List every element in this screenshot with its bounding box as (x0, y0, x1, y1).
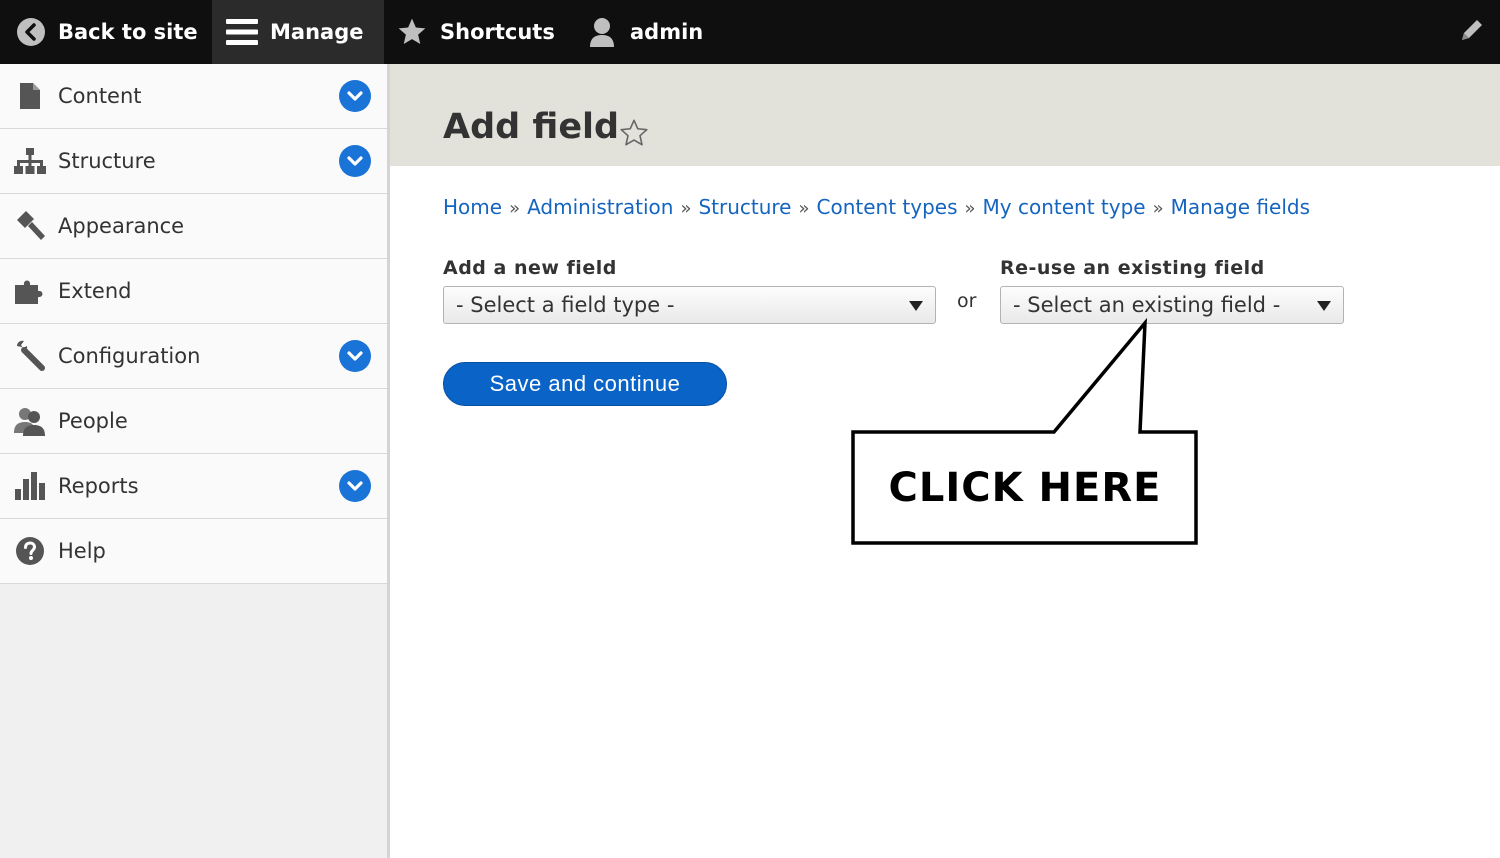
existing-field-select-value: - Select an existing field - (1013, 293, 1281, 317)
sidebar-item-label: Reports (58, 474, 139, 498)
field-type-select[interactable]: - Select a field type - (443, 286, 936, 324)
breadcrumb-structure[interactable]: Structure (698, 195, 791, 219)
sidebar-item-label: Help (58, 539, 106, 563)
sidebar-item-content[interactable]: Content (0, 64, 387, 129)
breadcrumb-my-content-type[interactable]: My content type (983, 195, 1146, 219)
callout-text: CLICK HERE (888, 465, 1162, 511)
dropdown-arrow-icon (909, 301, 923, 311)
back-to-site-label: Back to site (58, 20, 198, 44)
admin-sidebar: Content Structure Appearance Extend Conf… (0, 64, 390, 858)
puzzle-icon (13, 274, 47, 308)
page: Back to site Manage Shortcuts admin Cont… (0, 0, 1500, 858)
sidebar-item-label: Extend (58, 279, 132, 303)
user-label: admin (630, 20, 704, 44)
sidebar-item-label: Configuration (58, 344, 201, 368)
shortcuts-label: Shortcuts (440, 20, 555, 44)
user-icon (586, 16, 618, 48)
breadcrumb-content-types[interactable]: Content types (817, 195, 958, 219)
file-icon (13, 79, 47, 113)
field-type-select-value: - Select a field type - (456, 293, 675, 317)
save-and-continue-button[interactable]: Save and continue (443, 362, 727, 406)
breadcrumb-home[interactable]: Home (443, 195, 502, 219)
sidebar-item-label: Appearance (58, 214, 185, 238)
breadcrumb-administration[interactable]: Administration (527, 195, 673, 219)
admin-toolbar: Back to site Manage Shortcuts admin (0, 0, 1500, 64)
sidebar-menu: Content Structure Appearance Extend Conf… (0, 64, 387, 584)
add-new-field-label: Add a new field (443, 257, 617, 279)
sidebar-item-label: People (58, 409, 128, 433)
back-to-site-link[interactable]: Back to site (0, 0, 212, 64)
bar-chart-icon (13, 469, 47, 503)
breadcrumb-manage-fields[interactable]: Manage fields (1171, 195, 1310, 219)
sidebar-item-structure[interactable]: Structure (0, 129, 387, 194)
dropdown-arrow-icon (1317, 301, 1331, 311)
manage-label: Manage (270, 20, 364, 44)
sidebar-item-label: Content (58, 84, 142, 108)
chevron-down-icon[interactable] (339, 340, 371, 372)
edit-pencil-button[interactable] (1452, 0, 1492, 64)
chevron-down-icon[interactable] (339, 470, 371, 502)
page-title: Add field (443, 107, 620, 147)
pencil-icon (1458, 16, 1486, 49)
existing-field-select[interactable]: - Select an existing field - (1000, 286, 1344, 324)
chevron-down-icon[interactable] (339, 80, 371, 112)
sidebar-item-extend[interactable]: Extend (0, 259, 387, 324)
manage-tab[interactable]: Manage (212, 0, 384, 64)
sidebar-item-reports[interactable]: Reports (0, 454, 387, 519)
sidebar-item-appearance[interactable]: Appearance (0, 194, 387, 259)
paintbrush-icon (13, 209, 47, 243)
sidebar-item-label: Structure (58, 149, 156, 173)
or-separator: or (957, 290, 977, 312)
back-arrow-icon (16, 17, 46, 47)
shortcut-star-icon[interactable] (618, 117, 650, 153)
chevron-down-icon[interactable] (339, 145, 371, 177)
page-header: Add field (390, 64, 1500, 166)
star-icon (396, 16, 428, 48)
wrench-icon (13, 339, 47, 373)
people-icon (13, 404, 47, 438)
sitemap-icon (13, 144, 47, 178)
sidebar-item-configuration[interactable]: Configuration (0, 324, 387, 389)
user-tab[interactable]: admin (586, 0, 703, 64)
reuse-field-label: Re-use an existing field (1000, 257, 1265, 279)
help-icon (13, 534, 47, 568)
sidebar-item-people[interactable]: People (0, 389, 387, 454)
shortcuts-tab[interactable]: Shortcuts (396, 0, 555, 64)
hamburger-icon (226, 17, 258, 47)
sidebar-item-help[interactable]: Help (0, 519, 387, 584)
breadcrumb: Home» Administration» Structure» Content ty… (443, 195, 1310, 219)
